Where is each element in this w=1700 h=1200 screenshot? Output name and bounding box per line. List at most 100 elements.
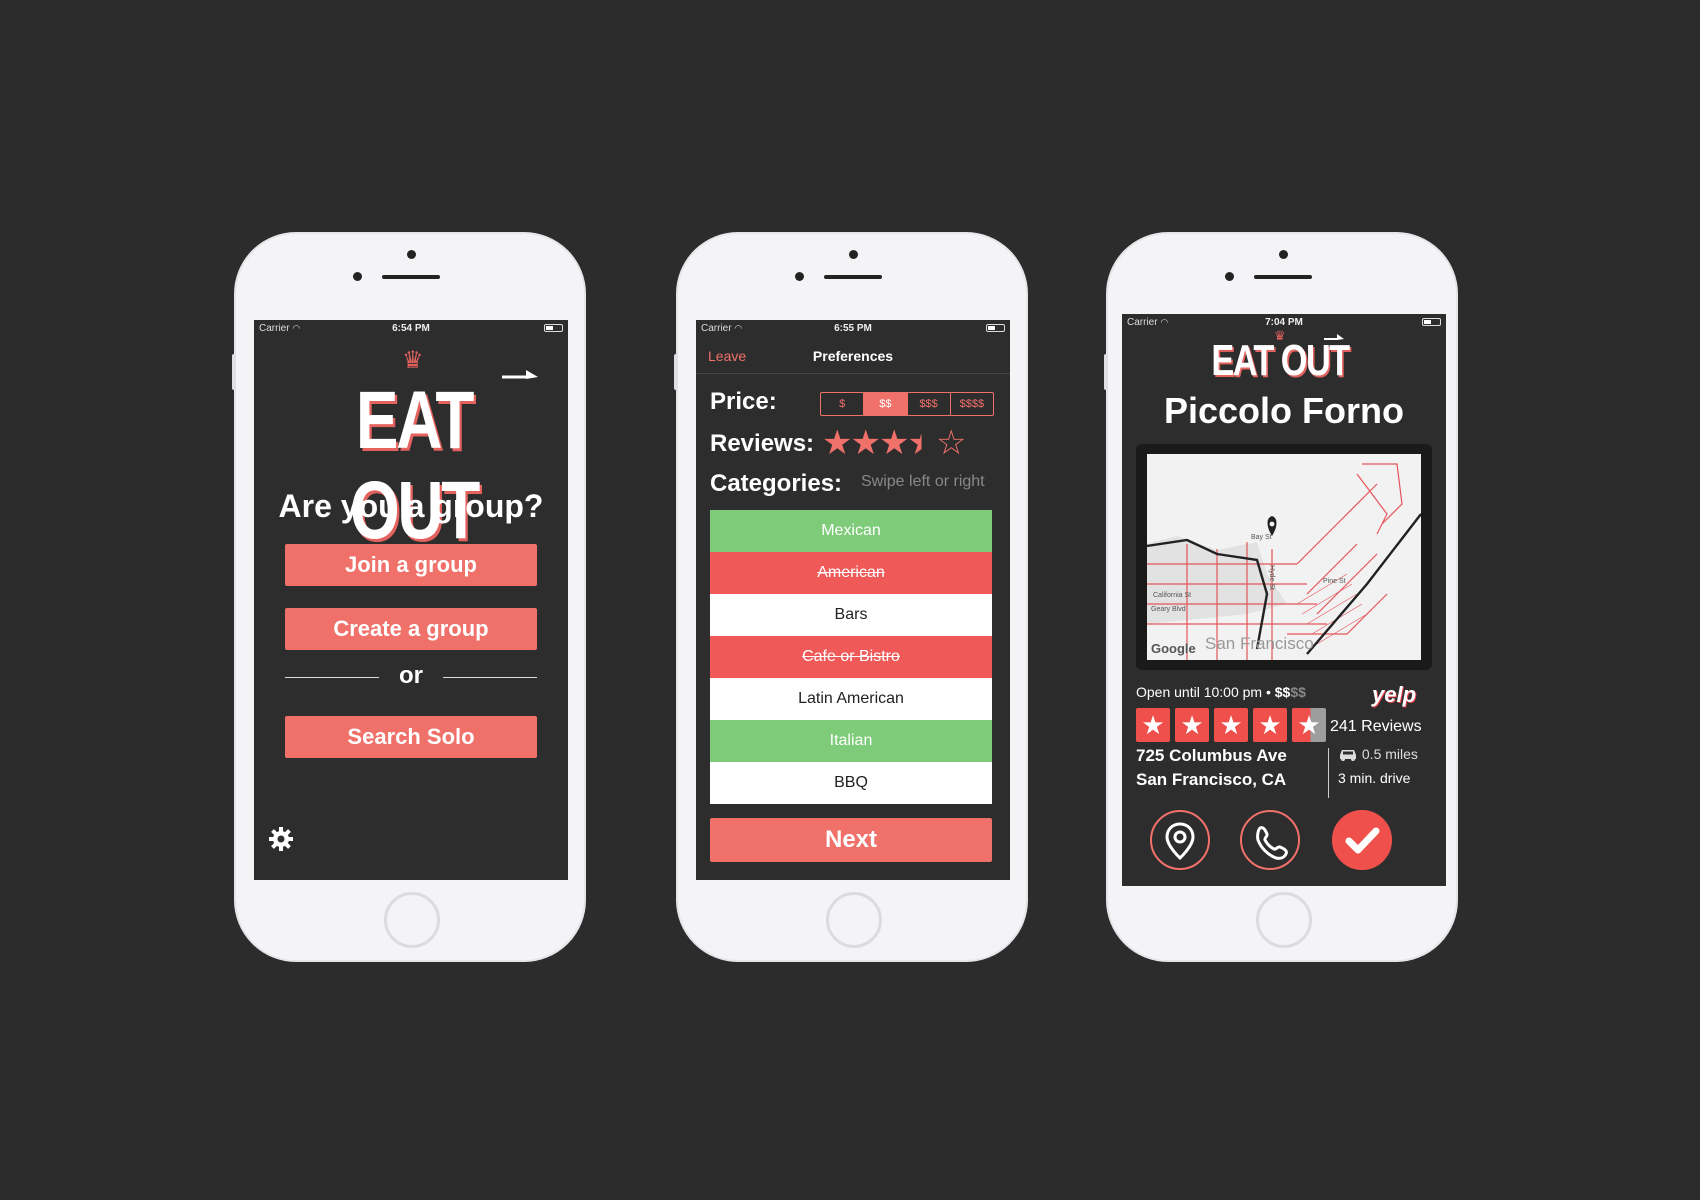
street-label: California St xyxy=(1153,592,1192,599)
checkmark-icon xyxy=(1345,827,1380,854)
proximity-sensor xyxy=(1225,272,1234,281)
street-label: Bay St xyxy=(1251,534,1272,541)
status-time: 6:54 PM xyxy=(392,323,430,334)
price-option-3[interactable]: $$$ xyxy=(908,393,951,415)
status-time: 6:55 PM xyxy=(834,323,872,334)
category-item[interactable]: Cafe or Bistro xyxy=(710,636,992,678)
nav-bar: Leave Preferences xyxy=(696,338,1010,374)
price-level-active: $$ xyxy=(1274,684,1291,700)
eat-out-logo: EAT OUT xyxy=(350,375,480,556)
map-city-label: San Francisco xyxy=(1205,634,1314,653)
star-icon: ★ xyxy=(1253,708,1287,742)
reviews-label: Reviews: xyxy=(710,430,815,457)
car-icon xyxy=(1340,750,1356,761)
confirm-button[interactable] xyxy=(1332,810,1392,870)
logo-arrow-icon xyxy=(502,370,538,379)
proximity-sensor xyxy=(795,272,804,281)
star-icon: ★ xyxy=(1136,708,1170,742)
call-button[interactable] xyxy=(1240,810,1300,870)
category-item[interactable]: BBQ xyxy=(710,762,992,804)
eat-out-logo: EAT OUT xyxy=(1211,336,1350,385)
create-group-button[interactable]: Create a group xyxy=(285,608,537,650)
half-star-icon: ★ xyxy=(1292,708,1326,742)
battery-icon xyxy=(1422,318,1441,326)
status-time: 7:04 PM xyxy=(1265,317,1303,328)
or-divider: or xyxy=(285,662,537,692)
group-question: Are you a group? xyxy=(278,488,544,524)
map-container: Bay St Pine St California St Geary Blvd … xyxy=(1136,444,1432,670)
yelp-logo: yelp xyxy=(1372,682,1417,707)
front-camera xyxy=(1279,250,1288,259)
review-count: 241 Reviews xyxy=(1330,718,1422,735)
hours-and-price: Open until 10:00 pm • $$$$ xyxy=(1136,684,1306,700)
street-label: Geary Blvd xyxy=(1151,606,1186,613)
home-button[interactable] xyxy=(826,892,882,948)
front-camera xyxy=(849,250,858,259)
screen-restaurant-result: Carrier ◠ 7:04 PM ♛ EAT OUT Piccolo Forn… xyxy=(1122,314,1446,886)
phone-frame-1: Carrier ◠ 6:54 PM ♛ EAT OUT Are you a gr… xyxy=(232,232,586,962)
restaurant-address: 725 Columbus Ave San Francisco, CA xyxy=(1136,744,1287,792)
drive-time: 3 min. drive xyxy=(1338,770,1411,786)
status-bar: Carrier ◠ 6:55 PM xyxy=(696,320,1010,338)
category-item[interactable]: Bars xyxy=(710,594,992,636)
location-pin-icon xyxy=(1165,822,1195,861)
earpiece-speaker xyxy=(824,275,882,279)
phone-frame-3: Carrier ◠ 7:04 PM ♛ EAT OUT Piccolo Forn… xyxy=(1104,232,1458,962)
categories-label: Categories: xyxy=(710,470,843,497)
screen-preferences: Carrier ◠ 6:55 PM Leave Preferences Pric… xyxy=(696,320,1010,880)
street-label: Hyde St xyxy=(1267,565,1275,590)
home-button[interactable] xyxy=(384,892,440,948)
price-option-2[interactable]: $$ xyxy=(864,393,908,415)
battery-icon xyxy=(986,324,1005,332)
map-view[interactable]: Bay St Pine St California St Geary Blvd … xyxy=(1147,454,1421,660)
swipe-hint: Swipe left or right xyxy=(861,473,985,490)
status-bar: Carrier ◠ 6:54 PM xyxy=(254,320,568,338)
star-icon[interactable]: ★ xyxy=(822,424,853,462)
logo-arrow-icon xyxy=(1324,334,1344,340)
divider-line-right xyxy=(443,677,537,678)
distance-row: 0.5 miles xyxy=(1338,746,1418,762)
earpiece-speaker xyxy=(1254,275,1312,279)
price-option-4[interactable]: $$$$ xyxy=(951,393,993,415)
directions-button[interactable] xyxy=(1150,810,1210,870)
home-button[interactable] xyxy=(1256,892,1312,948)
review-stars[interactable]: ★★★★☆ xyxy=(822,423,967,463)
open-hours: Open until 10:00 pm • xyxy=(1136,684,1271,700)
star-icon[interactable]: ★ xyxy=(879,424,910,462)
category-item[interactable]: Latin American xyxy=(710,678,992,720)
proximity-sensor xyxy=(353,272,362,281)
empty-star-icon[interactable]: ☆ xyxy=(936,424,967,462)
info-divider xyxy=(1328,748,1329,798)
price-level-inactive: $$ xyxy=(1290,684,1306,700)
category-item[interactable]: Mexican xyxy=(710,510,992,552)
half-star-icon[interactable]: ★ xyxy=(907,424,938,462)
star-icon: ★ xyxy=(1175,708,1209,742)
address-line-1: 725 Columbus Ave xyxy=(1136,746,1287,765)
price-segmented-control: $ $$ $$$ $$$$ xyxy=(820,392,994,416)
or-label: or xyxy=(399,662,423,689)
price-label: Price: xyxy=(710,388,777,415)
phone-frame-2: Carrier ◠ 6:55 PM Leave Preferences Pric… xyxy=(674,232,1028,962)
map-roads xyxy=(1147,454,1421,660)
price-option-1[interactable]: $ xyxy=(821,393,865,415)
address-line-2: San Francisco, CA xyxy=(1136,770,1287,789)
front-camera xyxy=(407,250,416,259)
category-list: Mexican American Bars Cafe or Bistro Lat… xyxy=(710,510,992,804)
join-group-button[interactable]: Join a group xyxy=(285,544,537,586)
battery-icon xyxy=(544,324,563,332)
distance-text: 0.5 miles xyxy=(1361,746,1418,762)
crown-icon: ♛ xyxy=(402,347,424,374)
search-solo-button[interactable]: Search Solo xyxy=(285,716,537,758)
screen-group-choice: Carrier ◠ 6:54 PM ♛ EAT OUT Are you a gr… xyxy=(254,320,568,880)
category-item[interactable]: American xyxy=(710,552,992,594)
yelp-rating: ★ ★ ★ ★ ★ xyxy=(1136,708,1326,742)
star-icon: ★ xyxy=(1214,708,1248,742)
street-label: Pine St xyxy=(1323,578,1346,585)
category-item[interactable]: Italian xyxy=(710,720,992,762)
gear-icon[interactable] xyxy=(268,826,294,852)
map-attribution: Google xyxy=(1151,641,1196,656)
phone-icon xyxy=(1256,826,1288,860)
restaurant-name: Piccolo Forno xyxy=(1163,390,1404,431)
next-button[interactable]: Next xyxy=(710,818,992,862)
star-icon[interactable]: ★ xyxy=(850,424,881,462)
